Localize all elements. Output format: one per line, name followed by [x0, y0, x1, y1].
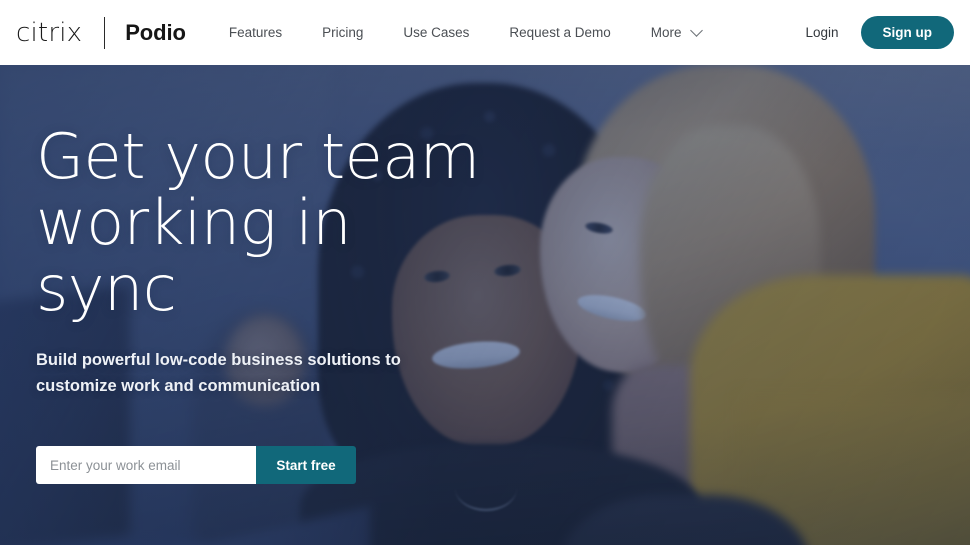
podio-wordmark: Podio [125, 19, 186, 45]
nav-item-pricing[interactable]: Pricing [322, 25, 363, 40]
signup-button[interactable]: Sign up [860, 15, 954, 50]
nav-item-request-a-demo[interactable]: Request a Demo [509, 25, 610, 40]
nav-item-features[interactable]: Features [229, 25, 282, 40]
nav-item-use-cases[interactable]: Use Cases [403, 25, 469, 40]
main-navigation: Features Pricing Use Cases Request a Dem… [229, 24, 704, 40]
site-header: citrix Podio Features Pricing Use Cases … [0, 0, 970, 65]
citrix-wordmark: citrix [16, 17, 83, 48]
hero-section: Get your team working in sync Build powe… [0, 65, 970, 545]
hero-content: Get your team working in sync Build powe… [36, 65, 506, 484]
header-actions: Login Sign up [805, 15, 954, 50]
chevron-down-icon [690, 24, 704, 37]
hero-headline: Get your team working in sync [36, 120, 480, 325]
nav-item-more-label: More [650, 25, 682, 40]
brand-divider [104, 16, 106, 49]
nav-item-more[interactable]: More [650, 24, 704, 40]
start-free-button[interactable]: Start free [256, 446, 356, 484]
signup-form: Start free [36, 446, 356, 484]
work-email-input[interactable] [36, 446, 256, 484]
brand-logo[interactable]: citrix Podio [16, 16, 186, 49]
landing-page: citrix Podio Features Pricing Use Cases … [0, 0, 970, 545]
login-link[interactable]: Login [805, 25, 838, 40]
hero-subheadline: Build powerful low-code business solutio… [36, 351, 401, 395]
